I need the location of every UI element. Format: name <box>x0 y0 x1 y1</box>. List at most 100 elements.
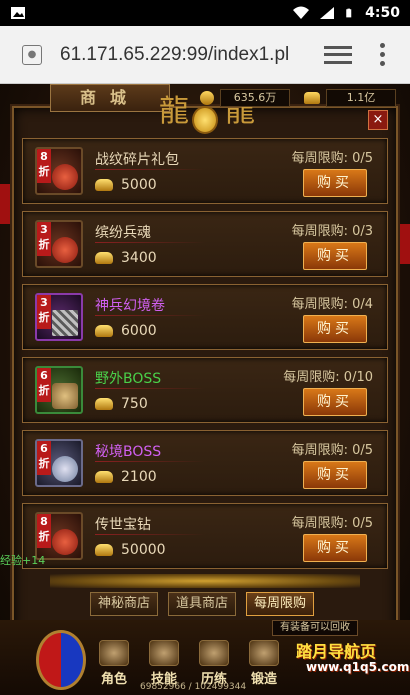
shop-item-row: 6折 野外BOSS 750 每周限购: 0/10 购买 <box>22 357 388 423</box>
name-underline <box>95 315 205 316</box>
name-underline <box>95 461 205 462</box>
item-price: 2100 <box>95 469 157 485</box>
forge-icon <box>249 640 279 666</box>
item-name: 传世宝钻 <box>95 517 151 533</box>
menu-training[interactable]: 历练 <box>196 640 232 688</box>
tab-switcher-button[interactable] <box>324 44 352 66</box>
ingot-icon <box>95 544 113 556</box>
shop-item-row: 3折 缤纷兵魂 3400 每周限购: 0/3 购买 <box>22 211 388 277</box>
item-icon[interactable]: 3折 <box>35 293 83 341</box>
name-underline <box>95 169 205 170</box>
discount-badge: 8折 <box>37 514 51 548</box>
item-icon[interactable]: 8折 <box>35 147 83 195</box>
shop-tab-bar: 神秘商店 道具商店 每周限购 <box>90 592 314 616</box>
ingot-icon <box>95 398 113 410</box>
signal-icon <box>320 7 335 19</box>
item-price-value: 5000 <box>121 177 157 193</box>
weekly-limit: 每周限购: 0/10 <box>283 370 373 385</box>
shop-item-row: 6折 秘境BOSS 2100 每周限购: 0/5 购买 <box>22 430 388 496</box>
gold-balance: 635.6万 <box>200 88 290 108</box>
shop-item-row: 8折 传世宝钻 50000 每周限购: 0/5 购买 <box>22 503 388 569</box>
screen: 4:50 ● 61.171.65.229:99/index1.pl 商城 龍 龍… <box>0 0 410 695</box>
name-underline <box>95 388 205 389</box>
watermark-url: www.q1q5.com <box>306 660 410 674</box>
menu-forge-label: 锻造 <box>250 672 277 687</box>
ingot-amount: 1.1亿 <box>326 89 396 107</box>
exp-gain-text: 经验+14 <box>0 554 46 567</box>
item-price: 3400 <box>95 250 157 266</box>
item-name: 秘境BOSS <box>95 444 162 460</box>
buy-button[interactable]: 购买 <box>303 388 367 416</box>
weekly-limit: 每周限购: 0/5 <box>291 151 373 166</box>
left-banner <box>0 184 10 224</box>
exp-progress-text: 69852966 / 102499344 <box>140 682 247 692</box>
shop-item-row: 3折 神兵幻境卷 6000 每周限购: 0/4 购买 <box>22 284 388 350</box>
url-field[interactable]: 61.171.65.229:99/index1.pl <box>60 44 300 66</box>
site-info-icon[interactable]: ● <box>22 44 42 65</box>
shop-tab-1[interactable]: 道具商店 <box>168 592 236 616</box>
ingot-icon <box>95 471 113 483</box>
status-bar: 4:50 <box>0 0 410 26</box>
ingot-icon <box>95 179 113 191</box>
item-art-icon <box>52 310 78 336</box>
item-price: 6000 <box>95 323 157 339</box>
shop-header: 商城 龍 龍 635.6万 1.1亿 × <box>0 84 410 136</box>
item-icon[interactable]: 3折 <box>35 220 83 268</box>
item-name: 野外BOSS <box>95 371 162 387</box>
gold-coin-icon <box>200 91 214 105</box>
buy-button[interactable]: 购买 <box>303 169 367 197</box>
right-banner <box>400 224 410 264</box>
shop-tab-2[interactable]: 每周限购 <box>246 592 314 616</box>
browser-toolbar: ● 61.171.65.229:99/index1.pl <box>0 26 410 84</box>
item-name: 神兵幻境卷 <box>95 298 165 314</box>
battery-icon <box>346 8 352 18</box>
dragon-left-icon: 龍 <box>159 94 189 129</box>
menu-forge[interactable]: 锻造 <box>246 640 282 688</box>
ingot-balance: 1.1亿 <box>304 88 396 108</box>
browser-menu-button[interactable] <box>380 43 385 66</box>
gold-emblem-icon <box>192 106 218 134</box>
discount-badge: 8折 <box>37 149 51 183</box>
image-notification-icon <box>11 7 25 19</box>
item-price: 5000 <box>95 177 157 193</box>
item-icon[interactable]: 6折 <box>35 366 83 414</box>
weekly-limit: 每周限购: 0/5 <box>291 516 373 531</box>
item-price: 50000 <box>95 542 166 558</box>
item-art-icon <box>52 164 78 190</box>
item-icon[interactable]: 6折 <box>35 439 83 487</box>
ingot-icon <box>304 92 320 104</box>
wifi-icon <box>293 6 310 19</box>
item-price-value: 50000 <box>121 542 166 558</box>
menu-character[interactable]: 角色 <box>96 640 132 688</box>
item-art-icon <box>52 383 78 409</box>
ingot-icon <box>95 252 113 264</box>
buy-button[interactable]: 购买 <box>303 242 367 270</box>
weekly-limit: 每周限购: 0/4 <box>291 297 373 312</box>
watermark-brand: 踏月导航页 <box>296 642 377 661</box>
equip-recycle-tip[interactable]: 有装备可以回收 <box>272 620 358 636</box>
item-art-icon <box>52 529 78 555</box>
item-price-value: 2100 <box>121 469 157 485</box>
buy-button[interactable]: 购买 <box>303 461 367 489</box>
ingot-icon <box>95 325 113 337</box>
menu-character-label: 角色 <box>100 672 127 687</box>
buy-button[interactable]: 购买 <box>303 315 367 343</box>
weekly-limit: 每周限购: 0/5 <box>291 443 373 458</box>
discount-badge: 6折 <box>37 441 51 475</box>
game-hud: 角色 技能 历练 锻造 有装备可以回收 踏月导航页 www.q1q5.com 6… <box>0 620 410 695</box>
close-button[interactable]: × <box>368 110 388 130</box>
shop-item-list: 8折 战纹碎片礼包 5000 每周限购: 0/5 购买 3折 缤纷兵魂 3400 每周限购: 0… <box>22 138 388 576</box>
gold-amount: 635.6万 <box>220 89 290 107</box>
weekly-limit: 每周限购: 0/3 <box>291 224 373 239</box>
training-icon <box>199 640 229 666</box>
discount-badge: 6折 <box>37 368 51 402</box>
buy-button[interactable]: 购买 <box>303 534 367 562</box>
item-name: 缤纷兵魂 <box>95 225 151 241</box>
discount-badge: 3折 <box>37 222 51 256</box>
item-name: 战纹碎片礼包 <box>95 152 179 168</box>
shop-item-row: 8折 战纹碎片礼包 5000 每周限购: 0/5 购买 <box>22 138 388 204</box>
shop-tab-0[interactable]: 神秘商店 <box>90 592 158 616</box>
menu-skills[interactable]: 技能 <box>146 640 182 688</box>
coins-decoration <box>50 574 360 588</box>
item-price-value: 6000 <box>121 323 157 339</box>
